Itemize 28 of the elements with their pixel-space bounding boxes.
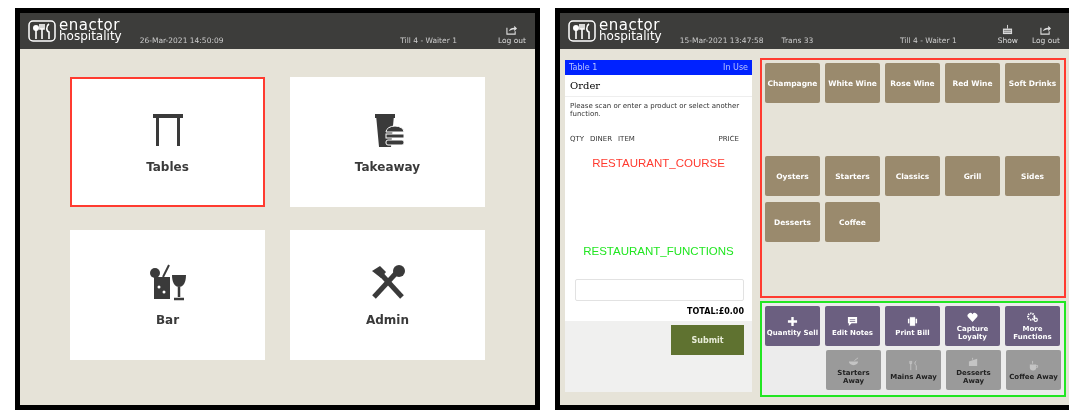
submit-button[interactable]: Submit (671, 325, 744, 355)
brand-name: enactor (59, 20, 120, 31)
table-name: Table 1 (569, 63, 598, 72)
brand-name: hospitality (599, 31, 662, 42)
bowl-icon (848, 355, 859, 367)
annotation-label: RESTAURANT_COURSE (591, 157, 726, 169)
heart-icon (967, 311, 978, 323)
menu-tile[interactable]: Tables (70, 77, 265, 207)
fork-knife-icon (908, 359, 919, 371)
brand-name: hospitality (59, 31, 122, 42)
logout-icon (1040, 24, 1052, 35)
menu-tile[interactable]: Bar (70, 230, 265, 360)
coffee-cup-icon (1028, 359, 1039, 371)
cutlery-logo-icon (568, 20, 596, 42)
input-field[interactable] (575, 279, 744, 301)
order-total: TOTAL:£0.00 (686, 306, 745, 318)
speech-bubble-icon (847, 315, 858, 327)
order-title: Order (565, 75, 752, 97)
menu-tile[interactable]: Takeaway (290, 77, 485, 207)
logout-icon (506, 24, 518, 35)
brand-name: enactor (599, 20, 660, 31)
cutlery-logo-icon (28, 20, 56, 42)
cake-icon (968, 355, 979, 367)
annotation-label: RESTAURANT_FUNCTIONS (582, 245, 735, 257)
plus-icon (787, 315, 798, 327)
cocktail-wine-glass-icon (147, 263, 188, 303)
menu-tile[interactable]: Admin (290, 230, 485, 360)
table-status: In Use (723, 63, 748, 72)
